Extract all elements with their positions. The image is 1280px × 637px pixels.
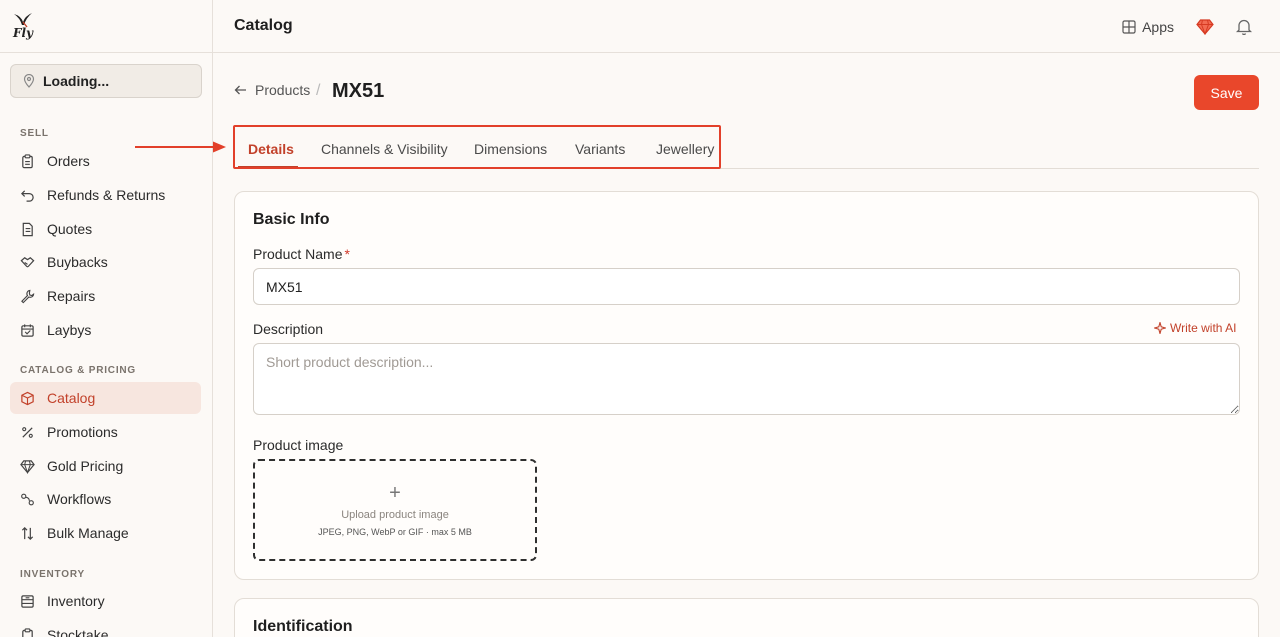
sidebar-item-repairs[interactable]: Repairs — [10, 280, 201, 312]
sidebar-item-buybacks[interactable]: Buybacks — [10, 246, 201, 278]
calendar-icon — [21, 323, 34, 337]
sidebar-item-refunds-returns[interactable]: Refunds & Returns — [10, 179, 201, 211]
package-icon — [21, 391, 34, 405]
required-mark: * — [344, 246, 350, 262]
identification-card — [234, 598, 1259, 637]
sidebar-item-workflows[interactable]: Workflows — [10, 483, 201, 515]
product-name-label: Product Name * — [253, 246, 350, 262]
gem-icon — [20, 459, 35, 474]
sidebar-item-label: Laybys — [47, 322, 92, 338]
sidebar-item-stocktake[interactable]: Stocktake — [10, 619, 201, 637]
handshake-icon — [20, 256, 35, 267]
top-actions: Apps — [1122, 0, 1252, 53]
back-to-products-link[interactable]: Products — [234, 82, 310, 98]
sidebar-item-quotes[interactable]: Quotes — [10, 213, 201, 245]
upload-product-image-dropzone[interactable]: + Upload product image JPEG, PNG, WebP o… — [253, 459, 537, 561]
upload-hint: JPEG, PNG, WebP or GIF · max 5 MB — [318, 527, 472, 537]
section-title: Basic Info — [253, 211, 330, 228]
product-name-input[interactable] — [253, 268, 1240, 305]
sidebar-item-label: Refunds & Returns — [47, 187, 166, 203]
wrench-icon — [21, 289, 35, 303]
top-bar-title: Catalog — [234, 17, 293, 34]
gem-icon[interactable] — [1196, 18, 1214, 35]
tabs-highlight-box — [233, 125, 721, 169]
arrow-left-icon — [234, 85, 246, 95]
apps-button[interactable]: Apps — [1122, 19, 1174, 35]
description-input[interactable] — [253, 343, 1240, 415]
clipboard-icon — [22, 153, 33, 168]
location-pin-icon — [23, 74, 35, 88]
logo-text: Fly — [12, 26, 34, 40]
write-with-ai-button[interactable]: Write with AI — [1154, 321, 1236, 335]
sidebar-item-gold-pricing[interactable]: Gold Pricing — [10, 450, 201, 482]
sidebar-item-catalog[interactable]: Catalog — [10, 382, 201, 414]
grid-icon — [1122, 19, 1136, 34]
percent-icon — [22, 426, 33, 438]
sidebar-item-label: Stocktake — [47, 627, 109, 637]
sidebar-item-label: Promotions — [47, 424, 118, 440]
clipboard-icon — [22, 627, 33, 637]
logo[interactable]: Fly — [0, 0, 212, 53]
bell-icon[interactable] — [1236, 18, 1252, 35]
product-name-label-text: Product Name — [253, 246, 343, 262]
sidebar-item-laybys[interactable]: Laybys — [10, 314, 201, 346]
sidebar-item-label: Quotes — [47, 221, 93, 237]
annotation-arrow — [135, 141, 226, 153]
back-label: Products — [255, 82, 311, 98]
top-bar: Catalog Apps — [213, 0, 1280, 53]
sort-arrows-icon — [21, 526, 34, 540]
sparkle-icon — [1154, 322, 1166, 334]
sidebar-item-promotions[interactable]: Promotions — [10, 416, 201, 448]
return-icon — [21, 189, 34, 202]
sidebar-item-label: Workflows — [47, 491, 112, 507]
plus-icon: + — [389, 482, 401, 504]
sidebar: Fly Loading... SELL Orders Refunds & Ret… — [0, 0, 213, 637]
sidebar-item-label: Buybacks — [47, 254, 108, 270]
sidebar-item-label: Gold Pricing — [47, 458, 124, 474]
write-with-ai-label: Write with AI — [1170, 321, 1237, 335]
save-button[interactable]: Save — [1194, 75, 1259, 110]
sidebar-item-label: Catalog — [47, 390, 96, 406]
section-label-sell: SELL — [20, 128, 49, 139]
product-image-label: Product image — [253, 437, 344, 453]
sidebar-item-label: Repairs — [47, 288, 96, 304]
workflow-icon — [21, 493, 34, 505]
sidebar-item-label: Bulk Manage — [47, 525, 129, 541]
location-selector[interactable]: Loading... — [10, 64, 202, 98]
section-label-inventory: INVENTORY — [20, 569, 85, 580]
document-icon — [22, 222, 33, 236]
page-title: MX51 — [332, 80, 385, 102]
sidebar-item-label: Inventory — [47, 593, 105, 609]
sidebar-item-inventory[interactable]: Inventory — [10, 585, 201, 617]
sidebar-item-label: Orders — [47, 153, 90, 169]
inventory-icon — [21, 594, 34, 608]
description-label: Description — [253, 321, 324, 337]
upload-label: Upload product image — [341, 509, 449, 521]
section-label-catalog-pricing: CATALOG & PRICING — [20, 365, 137, 376]
breadcrumb-separator: / — [316, 82, 321, 99]
identification-title: Identification — [253, 618, 353, 635]
apps-label: Apps — [1142, 18, 1174, 35]
location-label: Loading... — [43, 73, 110, 89]
sidebar-item-bulk-manage[interactable]: Bulk Manage — [10, 517, 201, 549]
